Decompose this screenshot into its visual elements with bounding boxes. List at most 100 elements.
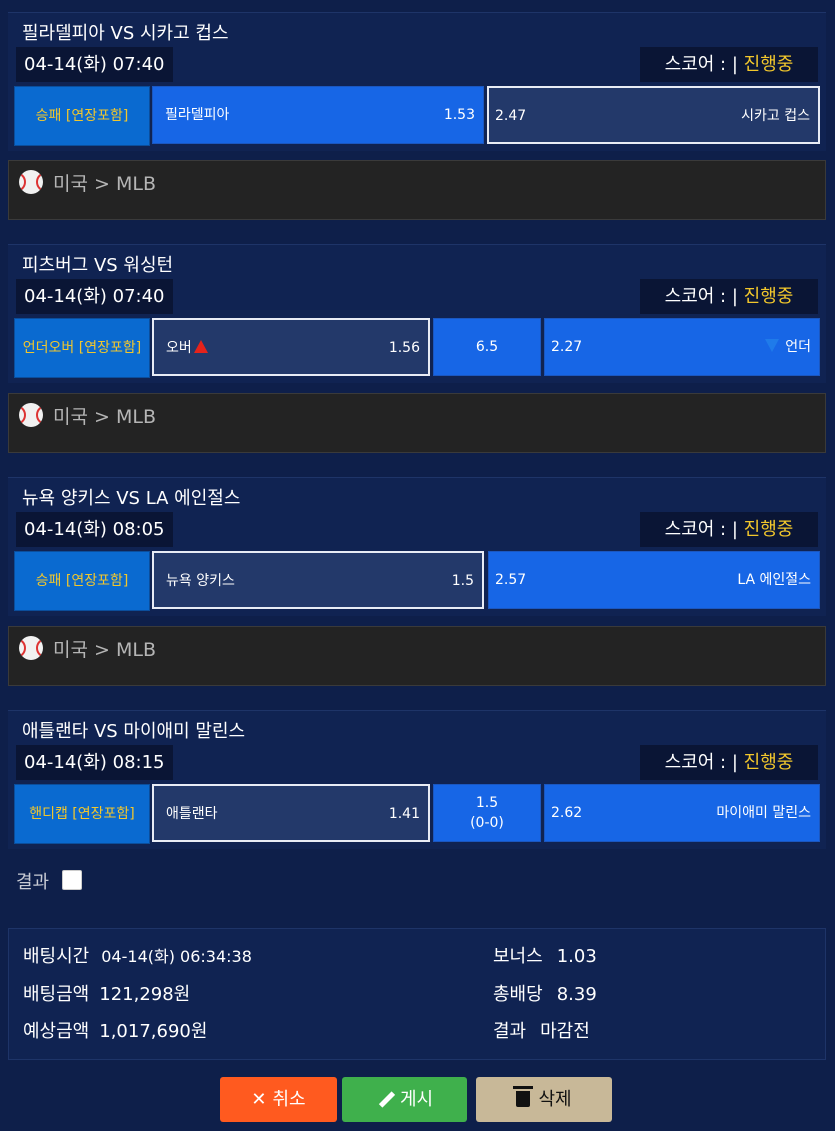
result-label: 결과: [16, 872, 50, 893]
handicap-line: 1.5 (0-0): [433, 784, 541, 842]
match-card-1: 필라델피아 VS 시카고 컵스 04-14(화) 07:40 스코어 : | 진…: [8, 12, 826, 151]
baseball-icon: [19, 636, 43, 660]
arrow-up-icon: [193, 340, 208, 353]
bet-time-row: 배팅시간 04-14(화) 06:34:38: [23, 942, 252, 968]
match-card-3: 뉴욕 양키스 VS LA 에인절스 04-14(화) 08:05 스코어 : |…: [8, 477, 826, 616]
total-odds-label: 총배당: [493, 984, 543, 1005]
odds-home-button[interactable]: 애틀랜타 1.41: [152, 784, 430, 842]
expected-row: 예상금액 1,017,690원: [23, 1017, 207, 1043]
status-badge: 진행중: [743, 54, 794, 75]
match-title: 피츠버그 VS 워싱턴: [22, 255, 174, 276]
odds-home-button[interactable]: 필라델피아 1.53: [152, 86, 484, 144]
bet-time-label: 배팅시간: [23, 946, 90, 967]
league-bar-3: 미국 > MLB: [8, 626, 826, 686]
score-label: 스코어 : |: [664, 54, 738, 75]
bonus-label: 보너스: [493, 946, 543, 967]
away-odds: 2.62: [551, 805, 583, 821]
match-title: 애틀랜타 VS 마이애미 말린스: [22, 721, 246, 742]
expected-label: 예상금액: [23, 1021, 90, 1042]
away-team-name: LA 에인절스: [737, 572, 811, 588]
bet-time-value: 04-14(화) 06:34:38: [101, 947, 252, 966]
match-card-2: 피츠버그 VS 워싱턴 04-14(화) 07:40 스코어 : | 진행중 언…: [8, 244, 826, 383]
home-odds: 1.41: [388, 806, 420, 822]
odds-home-button[interactable]: 뉴욕 양키스 1.5: [152, 551, 484, 609]
pencil-icon: [376, 1091, 392, 1107]
cancel-button[interactable]: ✕ 취소: [220, 1077, 337, 1122]
odds-under-button[interactable]: 2.27 언더: [544, 318, 820, 376]
handicap-score: (0-0): [470, 815, 504, 831]
away-team-name: 마이애미 말린스: [716, 805, 811, 821]
league-name: 미국 > MLB: [53, 406, 156, 428]
score-box: 스코어 : | 진행중: [640, 512, 818, 547]
status-badge: 진행중: [743, 286, 794, 307]
status-badge: 진행중: [743, 519, 794, 540]
home-team-name: 애틀랜타: [166, 806, 218, 822]
odds-away-button[interactable]: 2.47 시카고 컵스: [487, 86, 820, 144]
odds-row: 승패 [연장포함] 필라델피아 1.53 2.47 시카고 컵스: [14, 86, 820, 146]
away-odds: 2.57: [495, 572, 527, 588]
match-title: 뉴욕 양키스 VS LA 에인절스: [22, 488, 241, 509]
match-card-4: 애틀랜타 VS 마이애미 말린스 04-14(화) 08:15 스코어 : | …: [8, 710, 826, 849]
expected-value: 1,017,690원: [99, 1021, 208, 1042]
baseball-icon: [19, 403, 43, 427]
match-datetime: 04-14(화) 07:40: [16, 47, 173, 82]
over-odds: 1.56: [388, 340, 420, 356]
result-status-value: 마감전: [540, 1021, 590, 1042]
odds-away-button[interactable]: 2.57 LA 에인절스: [488, 551, 820, 609]
bet-type-label: 승패 [연장포함]: [14, 551, 150, 611]
score-box: 스코어 : | 진행중: [640, 745, 818, 780]
score-box: 스코어 : | 진행중: [640, 47, 818, 82]
line-value: 6.5: [433, 318, 541, 376]
result-row: 결과 마감전: [493, 1017, 590, 1043]
league-bar-2: 미국 > MLB: [8, 393, 826, 453]
delete-label: 삭제: [538, 1089, 572, 1110]
bet-type-label: 핸디캡 [연장포함]: [14, 784, 150, 844]
arrow-down-icon: [765, 339, 780, 352]
bet-amount-label: 배팅금액: [23, 984, 90, 1005]
bet-amount-value: 121,298원: [99, 984, 191, 1005]
under-label: 언더: [785, 339, 811, 355]
result-status-label: 결과: [493, 1021, 527, 1042]
handicap-value: 1.5: [475, 795, 499, 811]
match-datetime: 04-14(화) 08:05: [16, 512, 173, 547]
match-datetime: 04-14(화) 08:15: [16, 745, 173, 780]
odds-over-button[interactable]: 오버 1.56: [152, 318, 430, 376]
total-odds-value: 8.39: [556, 984, 597, 1005]
bonus-value: 1.03: [556, 946, 597, 967]
bet-amount-row: 배팅금액 121,298원: [23, 980, 190, 1006]
league-name: 미국 > MLB: [53, 639, 156, 661]
trash-icon: [513, 1086, 534, 1107]
home-team-name: 뉴욕 양키스: [166, 573, 235, 589]
odds-row: 승패 [연장포함] 뉴욕 양키스 1.5 2.57 LA 에인절스: [14, 551, 820, 611]
home-odds: 1.53: [443, 107, 475, 123]
delete-button[interactable]: 삭제: [476, 1077, 612, 1122]
odds-away-button[interactable]: 2.62 마이애미 말린스: [544, 784, 820, 842]
bet-type-label: 언더오버 [연장포함]: [14, 318, 150, 378]
away-odds: 2.47: [495, 108, 527, 124]
bonus-row: 보너스 1.03: [493, 942, 597, 968]
post-button[interactable]: 게시: [342, 1077, 467, 1122]
total-odds-row: 총배당 8.39: [493, 980, 597, 1006]
home-team-name: 필라델피아: [165, 107, 230, 123]
status-badge: 진행중: [743, 752, 794, 773]
match-datetime: 04-14(화) 07:40: [16, 279, 173, 314]
away-team-name: 시카고 컵스: [741, 108, 810, 124]
close-icon: ✕: [251, 1089, 267, 1110]
baseball-icon: [19, 170, 43, 194]
score-box: 스코어 : | 진행중: [640, 279, 818, 314]
odds-row: 언더오버 [연장포함] 오버 1.56 6.5 2.27 언더: [14, 318, 820, 378]
score-label: 스코어 : |: [664, 752, 738, 773]
bet-type-label: 승패 [연장포함]: [14, 86, 150, 146]
home-odds: 1.5: [451, 573, 474, 589]
league-name: 미국 > MLB: [53, 173, 156, 195]
under-odds: 2.27: [551, 339, 583, 355]
bet-summary: 배팅시간 04-14(화) 06:34:38 배팅금액 121,298원 예상금액 1…: [8, 928, 826, 1060]
league-bar-1: 미국 > MLB: [8, 160, 826, 220]
cancel-label: 취소: [272, 1089, 306, 1110]
score-label: 스코어 : |: [664, 519, 738, 540]
post-label: 게시: [399, 1089, 434, 1110]
over-label: 오버: [166, 340, 192, 356]
result-checkbox[interactable]: [62, 870, 82, 890]
score-label: 스코어 : |: [664, 286, 738, 307]
odds-row: 핸디캡 [연장포함] 애틀랜타 1.41 1.5 (0-0) 2.62 마이애미…: [14, 784, 820, 844]
